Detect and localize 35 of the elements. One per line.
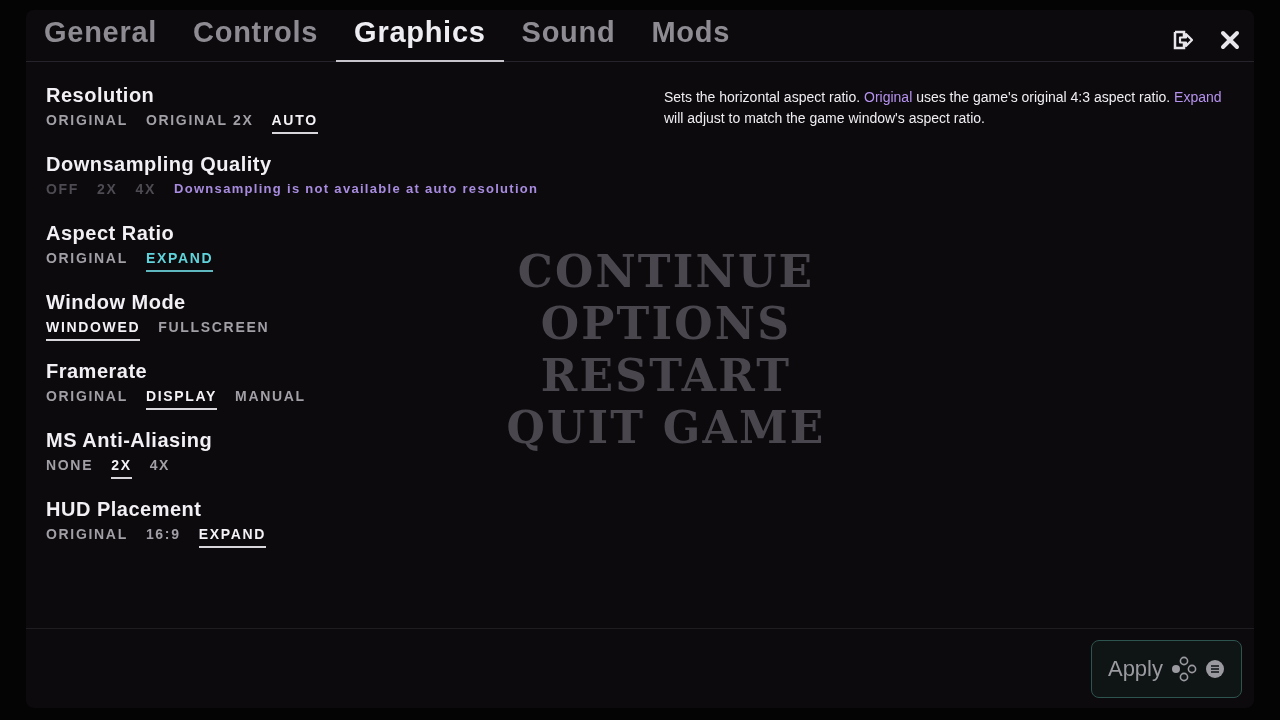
option[interactable]: 16:9 bbox=[145, 524, 181, 548]
tab[interactable]: General bbox=[26, 10, 176, 62]
option[interactable]: NONE bbox=[46, 455, 94, 479]
setting-title: Window Mode bbox=[46, 290, 187, 315]
option[interactable]: ORIGINAL bbox=[46, 248, 128, 272]
option[interactable]: MANUAL bbox=[235, 386, 306, 410]
option[interactable]: DISPLAY bbox=[145, 386, 218, 410]
option[interactable]: WINDOWED bbox=[46, 317, 141, 341]
setting-note: Downsampling is not available at auto resolution bbox=[174, 180, 539, 198]
tab[interactable]: Sound bbox=[503, 10, 634, 62]
option[interactable]: ORIGINAL 2X bbox=[145, 110, 254, 134]
setting-title: Downsampling Quality bbox=[46, 152, 273, 177]
tab[interactable]: Controls bbox=[175, 10, 337, 62]
option[interactable]: AUTO bbox=[271, 110, 318, 134]
option[interactable]: 4X bbox=[149, 455, 171, 479]
apply-button[interactable]: Apply bbox=[1090, 639, 1242, 698]
setting-title: MS Anti-Aliasing bbox=[46, 428, 213, 453]
option[interactable]: ORIGINAL bbox=[46, 386, 128, 410]
option[interactable]: 2X bbox=[111, 455, 132, 479]
setting-title: Resolution bbox=[46, 83, 156, 108]
option[interactable]: ORIGINAL bbox=[46, 524, 128, 548]
option[interactable]: ORIGINAL bbox=[46, 110, 128, 134]
setting-title: Framerate bbox=[46, 359, 149, 384]
tab[interactable]: Graphics bbox=[336, 10, 504, 62]
setting-title: HUD Placement bbox=[46, 497, 203, 522]
gamepad-buttons-icon bbox=[1171, 655, 1197, 682]
close-icon[interactable] bbox=[1220, 30, 1240, 50]
setting-title: Aspect Ratio bbox=[46, 221, 176, 246]
option[interactable]: FULLSCREEN bbox=[158, 317, 270, 341]
exit-icon[interactable] bbox=[1172, 29, 1194, 51]
menu-icon bbox=[1205, 658, 1225, 679]
option[interactable]: EXPAND bbox=[198, 524, 267, 548]
tab[interactable]: Mods bbox=[633, 10, 749, 62]
setting-description: Sets the horizontal aspect ratio. Original uses the game's original 4:3 aspect ratio. Expand will adjust to match the game window's aspect ratio. bbox=[664, 88, 1223, 128]
option[interactable]: EXPAND bbox=[145, 248, 214, 272]
